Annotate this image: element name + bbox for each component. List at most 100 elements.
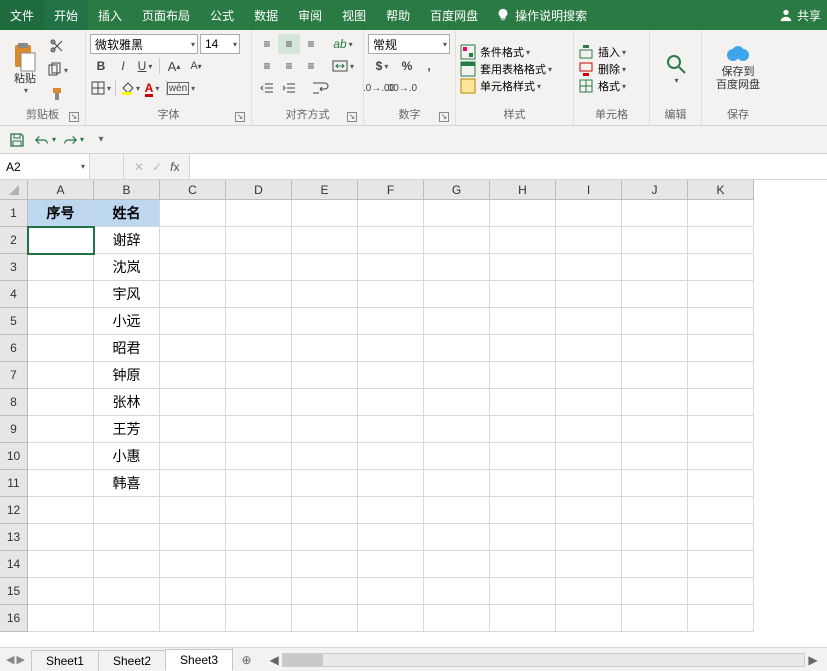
cell[interactable] bbox=[424, 281, 490, 308]
sheet-tab[interactable]: Sheet3 bbox=[165, 649, 233, 671]
tab-review[interactable]: 审阅 bbox=[288, 0, 332, 30]
cell[interactable] bbox=[160, 200, 226, 227]
row-header[interactable]: 8 bbox=[0, 389, 28, 416]
currency-button[interactable]: $▾ bbox=[368, 56, 396, 76]
paste-button[interactable]: 粘贴 ▾ bbox=[4, 32, 46, 104]
cell[interactable] bbox=[688, 254, 754, 281]
cell[interactable] bbox=[28, 281, 94, 308]
cell[interactable] bbox=[556, 551, 622, 578]
decrease-decimal-button[interactable]: .00→.0 bbox=[390, 78, 412, 98]
insert-cells-button[interactable]: 插入▾ bbox=[578, 44, 645, 60]
cut-button[interactable] bbox=[46, 36, 68, 56]
cell[interactable] bbox=[358, 470, 424, 497]
font-name-combo[interactable]: 微软雅黑▾ bbox=[90, 34, 198, 54]
cell[interactable] bbox=[556, 335, 622, 362]
sheet-tab[interactable]: Sheet2 bbox=[98, 650, 166, 671]
formula-input[interactable] bbox=[196, 159, 821, 175]
cell[interactable] bbox=[94, 605, 160, 632]
cell[interactable] bbox=[556, 362, 622, 389]
increase-font-button[interactable]: A▴ bbox=[163, 56, 185, 76]
tab-formulas[interactable]: 公式 bbox=[200, 0, 244, 30]
tab-file[interactable]: 文件 bbox=[0, 0, 44, 30]
cell[interactable] bbox=[358, 524, 424, 551]
decrease-font-button[interactable]: A▾ bbox=[185, 56, 207, 76]
sheet-tab[interactable]: Sheet1 bbox=[31, 650, 99, 671]
cell[interactable] bbox=[688, 335, 754, 362]
row-header[interactable]: 6 bbox=[0, 335, 28, 362]
cell[interactable] bbox=[358, 227, 424, 254]
cell[interactable] bbox=[358, 551, 424, 578]
cell[interactable] bbox=[292, 578, 358, 605]
row-header[interactable]: 3 bbox=[0, 254, 28, 281]
cell[interactable] bbox=[622, 605, 688, 632]
cell[interactable] bbox=[556, 578, 622, 605]
row-header[interactable]: 11 bbox=[0, 470, 28, 497]
horizontal-scrollbar[interactable]: ◀▶ bbox=[260, 648, 827, 671]
cell[interactable] bbox=[688, 524, 754, 551]
cell[interactable] bbox=[226, 416, 292, 443]
share-button[interactable]: 共享 bbox=[771, 0, 827, 30]
cell[interactable] bbox=[226, 605, 292, 632]
cell[interactable] bbox=[622, 362, 688, 389]
cell[interactable] bbox=[622, 578, 688, 605]
cell[interactable] bbox=[424, 389, 490, 416]
cell[interactable] bbox=[424, 227, 490, 254]
align-center-button[interactable]: ≡ bbox=[278, 56, 300, 76]
format-as-table-button[interactable]: 套用表格格式▾ bbox=[460, 61, 569, 77]
cell[interactable] bbox=[28, 416, 94, 443]
cell[interactable] bbox=[490, 605, 556, 632]
italic-button[interactable]: I bbox=[112, 56, 134, 76]
sheet-nav-prev[interactable]: ◀ bbox=[6, 653, 14, 666]
underline-button[interactable]: U▾ bbox=[134, 56, 156, 76]
save-button[interactable] bbox=[6, 129, 28, 151]
fill-color-button[interactable]: ▾ bbox=[119, 78, 141, 98]
cell[interactable] bbox=[160, 389, 226, 416]
cell[interactable] bbox=[358, 281, 424, 308]
cell[interactable] bbox=[556, 200, 622, 227]
cell[interactable] bbox=[688, 416, 754, 443]
cell[interactable] bbox=[424, 605, 490, 632]
undo-button[interactable]: ▾ bbox=[34, 129, 56, 151]
cell[interactable] bbox=[358, 200, 424, 227]
number-dialog-launcher[interactable]: ↘ bbox=[439, 112, 449, 122]
align-middle-button[interactable]: ≡ bbox=[278, 34, 300, 54]
number-format-combo[interactable]: 常规▾ bbox=[368, 34, 450, 54]
row-header[interactable]: 1 bbox=[0, 200, 28, 227]
cell[interactable] bbox=[556, 470, 622, 497]
cell[interactable] bbox=[556, 605, 622, 632]
clipboard-dialog-launcher[interactable]: ↘ bbox=[69, 112, 79, 122]
cell[interactable] bbox=[292, 254, 358, 281]
phonetic-button[interactable]: wén▾ bbox=[170, 78, 192, 98]
cell[interactable] bbox=[226, 551, 292, 578]
tab-data[interactable]: 数据 bbox=[244, 0, 288, 30]
cell[interactable] bbox=[292, 605, 358, 632]
cell[interactable] bbox=[28, 578, 94, 605]
cell[interactable] bbox=[490, 281, 556, 308]
cell[interactable] bbox=[622, 389, 688, 416]
cell[interactable] bbox=[556, 281, 622, 308]
cell[interactable] bbox=[28, 443, 94, 470]
row-header[interactable]: 12 bbox=[0, 497, 28, 524]
cell[interactable] bbox=[688, 389, 754, 416]
font-dialog-launcher[interactable]: ↘ bbox=[235, 112, 245, 122]
fx-button[interactable]: fx bbox=[170, 160, 179, 174]
cell[interactable] bbox=[160, 524, 226, 551]
cell[interactable] bbox=[490, 443, 556, 470]
cell[interactable] bbox=[622, 416, 688, 443]
cell[interactable] bbox=[160, 335, 226, 362]
cell[interactable] bbox=[622, 497, 688, 524]
cell[interactable] bbox=[358, 254, 424, 281]
tab-baidu[interactable]: 百度网盘 bbox=[420, 0, 488, 30]
cell[interactable] bbox=[622, 308, 688, 335]
conditional-formatting-button[interactable]: 条件格式▾ bbox=[460, 44, 569, 60]
cell[interactable] bbox=[292, 497, 358, 524]
column-header[interactable]: B bbox=[94, 180, 160, 200]
cell[interactable] bbox=[622, 551, 688, 578]
cell[interactable]: 序号 bbox=[28, 200, 94, 227]
cell[interactable] bbox=[28, 389, 94, 416]
cell[interactable] bbox=[556, 524, 622, 551]
cell[interactable] bbox=[358, 389, 424, 416]
cell[interactable] bbox=[160, 443, 226, 470]
cell[interactable]: 姓名 bbox=[94, 200, 160, 227]
row-header[interactable]: 2 bbox=[0, 227, 28, 254]
